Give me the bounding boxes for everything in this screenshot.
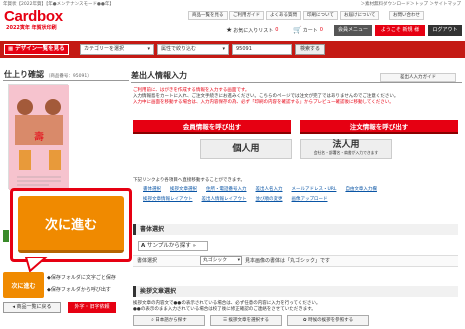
sample-search-label: サンプルから探す: [147, 243, 191, 249]
link-email[interactable]: メールアドレス・URL: [292, 186, 337, 192]
save-folder-label: 保存フォルダに文字ごと保存: [50, 275, 116, 281]
load-folder-label: 保存フォルダから呼び出す: [50, 287, 111, 293]
header-link-delivery[interactable]: お届けについて: [340, 11, 380, 20]
header-link-printing[interactable]: 印刷について: [303, 11, 338, 20]
save-folder-link[interactable]: ◆ 保存フォルダに文字ごと保存: [47, 274, 116, 282]
chevron-down-icon: ▾: [147, 46, 150, 52]
load-member-info-button[interactable]: 会員情報を呼び出す: [133, 120, 291, 134]
card-illustration: 壽: [9, 85, 69, 190]
header-link-products[interactable]: 商品一覧を見る: [188, 11, 228, 20]
link-image-upload[interactable]: 画像アップロード: [292, 196, 328, 202]
chevron-down-icon: ▾: [237, 258, 240, 263]
quick-links: 書体選択 挨拶文章選択 住所・電話番号入力 差出人名入力 メールアドレス・URL…: [143, 186, 458, 202]
sender-guide-button[interactable]: 差出人入力ガイド: [380, 73, 456, 82]
corporate-tab-sublabel: 会社名・部署名・肩書が入力できます: [313, 150, 379, 155]
font-sample-icon: A: [141, 243, 146, 249]
favorites-count: 0: [275, 27, 279, 33]
section-title: 差出人情報入力: [131, 71, 187, 80]
callout-pointer-icon: [24, 257, 48, 273]
favorites-link[interactable]: ★ お気に入りリスト 0: [226, 26, 278, 34]
double-chevron-icon: »: [192, 243, 196, 249]
design-list-button[interactable]: ▦ デザイン一覧を見る: [4, 44, 69, 55]
preview-title: 仕上り確認: [4, 70, 44, 79]
link-sender-layout[interactable]: 差出人情報レイアウト: [202, 196, 247, 202]
greeting-instructions: 挨拶文章の内容文で●●の表示されている場合は、必ず任意の内容に入力を行ってくださ…: [133, 301, 458, 313]
divider: [131, 82, 462, 83]
notice-text: ご利用前に、はがきを作成する情報を入力する画面です。 入力情報島をカートに入れ、…: [133, 88, 458, 107]
corporate-tab-label: 法人用: [332, 140, 360, 150]
seasonal-greeting-button[interactable]: ✿ 時候の挨拶を参照する: [287, 315, 369, 326]
page-title: 仕上り確認 （商品番号：95091）: [4, 69, 92, 80]
font-section-header: 書体選択: [133, 224, 458, 235]
select-greeting-button[interactable]: ☰ 挨拶文章を選択する: [210, 315, 282, 326]
attribute-select[interactable]: 属性で絞り込む ▾: [157, 44, 229, 55]
next-button-large[interactable]: 次に進む: [18, 196, 124, 253]
svg-text:壽: 壽: [34, 130, 44, 143]
cart-link[interactable]: 🛒 カート 0: [293, 26, 323, 34]
category-select[interactable]: カテゴリーを選択 ▾: [80, 44, 154, 55]
search-button[interactable]: 検索する: [295, 44, 326, 55]
top-bar-links[interactable]: ＞素材無料ダウンロード＞トップ ＞サイトマップ: [361, 1, 461, 7]
chevron-down-icon: ▾: [222, 46, 225, 52]
header-link-contact[interactable]: お問い合わせ: [389, 11, 424, 20]
select-greeting-label: 挨拶文章を選択する: [228, 318, 269, 323]
search-japanese-label: 日本語から探す: [155, 318, 187, 323]
logout-button[interactable]: ログアウト: [428, 25, 462, 36]
site-logo[interactable]: Cardbox: [4, 8, 63, 25]
sample-search-button[interactable]: A サンプルから探す »: [138, 241, 208, 251]
search-japanese-button[interactable]: ⌕ 日本語から探す: [133, 315, 205, 326]
quick-link-intro: 下記リンクより各項目へ直接移動することができます。: [133, 178, 245, 183]
link-free-text[interactable]: 自由文章入力欄: [345, 186, 377, 192]
font-note: 見本画像の書体は「丸ゴシック」です: [245, 258, 331, 264]
card-preview-image: 壽: [8, 84, 69, 190]
header-link-guide[interactable]: ご利用ガイド: [229, 11, 264, 20]
corporate-tab[interactable]: 法人用 会社名・部署名・肩書が入力できます: [300, 139, 392, 159]
greeting-section-header: 挨拶文章選択: [133, 286, 458, 297]
site-logo-subtitle: 2022寅年 年賀状印刷: [6, 25, 57, 31]
back-to-list-label: 商品一覧に戻る: [16, 304, 52, 310]
link-greeting-layout[interactable]: 挨拶文章情報レイアウト: [143, 196, 193, 202]
personal-tab[interactable]: 個人用: [200, 139, 292, 159]
load-folder-link[interactable]: ◆ 保存フォルダから呼び出す: [47, 286, 111, 294]
member-menu-button[interactable]: 会員メニュー: [334, 25, 372, 36]
external-char-request-button[interactable]: 外字・旧字依頼: [68, 302, 116, 313]
welcome-button[interactable]: ようこそ 新規 様: [375, 25, 425, 36]
cart-count: 0: [319, 27, 323, 33]
greeting-text-line-2: ●●の表示のまま入力されている場合は校了後に修正確認のご連絡をさせていただきます…: [133, 307, 316, 312]
link-address[interactable]: 住所・電話番号入力: [206, 186, 247, 192]
star-icon: ★: [226, 26, 233, 34]
back-to-list-button[interactable]: ◂ 商品一覧に戻る: [3, 302, 61, 313]
font-select-value: 丸ゴシック: [203, 258, 227, 263]
load-order-info-button[interactable]: 注文情報を呼び出す: [300, 120, 458, 134]
favorites-label: お気に入りリスト: [233, 27, 274, 34]
next-button-small[interactable]: 次に進む: [3, 272, 44, 298]
link-sender-name[interactable]: 差出人名入力: [256, 186, 283, 192]
notice-line-3: 入力中に画面を移動する場合は、入力内容保存の為、必ず「印刷の内容を確認する」から…: [133, 100, 394, 106]
category-select-label: カテゴリーを選択: [84, 46, 125, 52]
font-select[interactable]: 丸ゴシック ▾: [200, 256, 242, 265]
divider: [3, 80, 129, 81]
top-bar: 年賀状【2022年賀】【年●メンテナンスモード●●年】 ＞素材無料ダウンロード＞…: [0, 0, 465, 8]
seasonal-greeting-label: 時候の挨拶を参照する: [308, 318, 354, 323]
cart-icon: 🛒: [293, 26, 302, 34]
attribute-select-label: 属性で絞り込む: [161, 46, 197, 52]
top-bar-notice: 年賀状【2022年賀】【年●メンテナンスモード●●年】: [3, 2, 114, 7]
design-list-label: デザイン一覧を見る: [15, 46, 65, 52]
search-input[interactable]: 95091: [232, 44, 292, 55]
link-order[interactable]: 並び順の変更: [256, 196, 283, 202]
link-greeting[interactable]: 挨拶文章選択: [170, 186, 197, 192]
cart-label: カート: [302, 27, 318, 34]
link-font[interactable]: 書体選択: [143, 186, 161, 192]
side-tab[interactable]: [3, 230, 9, 242]
header-link-faq[interactable]: よくある質問: [266, 11, 301, 20]
font-select-label: 書体選択: [137, 258, 158, 264]
product-code: （商品番号：95091）: [45, 74, 92, 79]
